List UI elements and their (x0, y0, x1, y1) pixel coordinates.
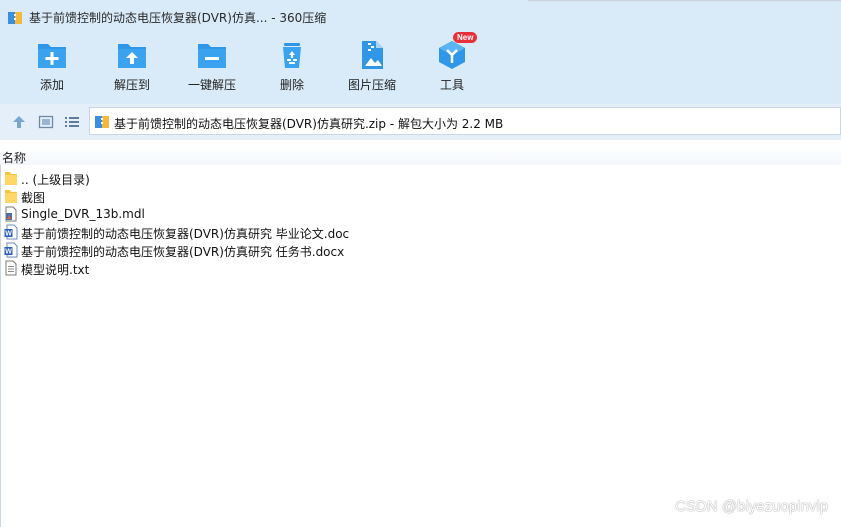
word-doc-icon: W (4, 224, 18, 240)
column-header-name[interactable]: 名称 (2, 149, 26, 166)
one-click-extract-button[interactable]: 一键解压 (183, 34, 241, 100)
mdl-file-icon (5, 206, 17, 222)
folder-extract-icon (118, 44, 146, 68)
zip-archive-icon (95, 116, 109, 128)
word-doc-icon: W (4, 242, 18, 258)
extract-to-button[interactable]: 解压到 (106, 34, 158, 100)
new-badge: New (453, 32, 478, 43)
tools-button[interactable]: New 工具 (427, 32, 478, 100)
window-edge-shadow (528, 0, 841, 2)
address-bar[interactable]: 基于前馈控制的动态电压恢复器(DVR)仿真研究.zip - 解包大小为 2.2 … (89, 107, 841, 135)
360zip-app-icon (8, 12, 22, 24)
one-click-extract-label: 一键解压 (187, 78, 236, 92)
folder-icon (5, 172, 17, 185)
title-bar: 基于前馈控制的动态电压恢复器(DVR)仿真... - 360压缩 (0, 0, 841, 34)
image-zip-icon (362, 41, 383, 69)
folder-icon (5, 190, 17, 203)
svg-text:W: W (5, 249, 12, 256)
recycle-bin-icon (283, 43, 301, 68)
image-compress-label: 图片压缩 (347, 78, 396, 92)
file-name: .. (上级目录) (21, 173, 90, 187)
folder-minus-icon (198, 44, 226, 68)
file-list-header: 名称 (0, 145, 841, 165)
folder-add-icon (38, 44, 66, 68)
up-arrow-icon[interactable] (11, 114, 27, 130)
thumbnail-view-icon[interactable] (38, 114, 54, 130)
add-label: 添加 (39, 78, 64, 92)
delete-label: 删除 (279, 78, 304, 92)
svg-text:W: W (5, 231, 12, 238)
file-name: 模型说明.txt (21, 263, 90, 277)
tools-cube-icon (439, 41, 465, 69)
delete-button[interactable]: 删除 (267, 34, 317, 100)
file-name: 截图 (21, 191, 46, 205)
file-name: 基于前馈控制的动态电压恢复器(DVR)仿真研究 任务书.docx (21, 245, 345, 259)
add-button[interactable]: 添加 (27, 34, 77, 100)
text-file-icon (5, 260, 17, 276)
file-name: 基于前馈控制的动态电压恢复器(DVR)仿真研究 毕业论文.doc (21, 227, 350, 241)
file-name: Single_DVR_13b.mdl (21, 207, 145, 221)
tools-label: 工具 (439, 78, 464, 92)
csdn-watermark: CSDN @biyezuopinvip (675, 498, 828, 515)
window-title: 基于前馈控制的动态电压恢复器(DVR)仿真... - 360压缩 (29, 11, 327, 25)
main-toolbar: 添加 解压到 一键解压 删除 图片压缩 New 工具 (0, 32, 841, 104)
archive-path-text: 基于前馈控制的动态电压恢复器(DVR)仿真研究.zip - 解包大小为 2.2 … (114, 117, 504, 131)
list-left-border (0, 165, 1, 527)
list-view-icon[interactable] (64, 114, 80, 130)
image-compress-button[interactable]: 图片压缩 (344, 34, 400, 100)
extract-to-label: 解压到 (113, 78, 150, 92)
